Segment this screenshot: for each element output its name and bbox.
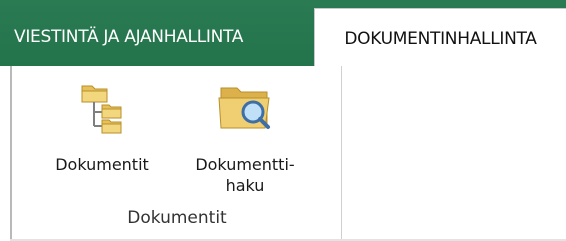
ribbon-group-dokumentit: Dokumentit Dokumentti- haku Dokumentit bbox=[12, 66, 342, 241]
group-label: Dokumentit bbox=[127, 208, 227, 228]
folder-tree-icon bbox=[78, 80, 126, 140]
documents-button-label: Dokumentit bbox=[32, 154, 172, 175]
ribbon-window: VIESTINTÄ JA AJANHALLINTA DOKUMENTINHALL… bbox=[0, 0, 566, 241]
document-search-label-line1: Dokumentti- bbox=[195, 155, 295, 174]
tab-strip: VIESTINTÄ JA AJANHALLINTA DOKUMENTINHALL… bbox=[0, 0, 566, 68]
folder-search-icon bbox=[215, 80, 275, 140]
document-search-label-line2: haku bbox=[225, 176, 265, 195]
tab-dokumentinhallinta[interactable]: DOKUMENTINHALLINTA bbox=[314, 8, 566, 68]
ribbon-panel: Dokumentit Dokumentti- haku Dokumentit bbox=[10, 66, 566, 241]
tab-viestinta-ajanhallinta[interactable]: VIESTINTÄ JA AJANHALLINTA bbox=[0, 8, 314, 66]
documents-label-line1: Dokumentit bbox=[55, 155, 149, 174]
document-search-button-label: Dokumentti- haku bbox=[180, 154, 310, 196]
